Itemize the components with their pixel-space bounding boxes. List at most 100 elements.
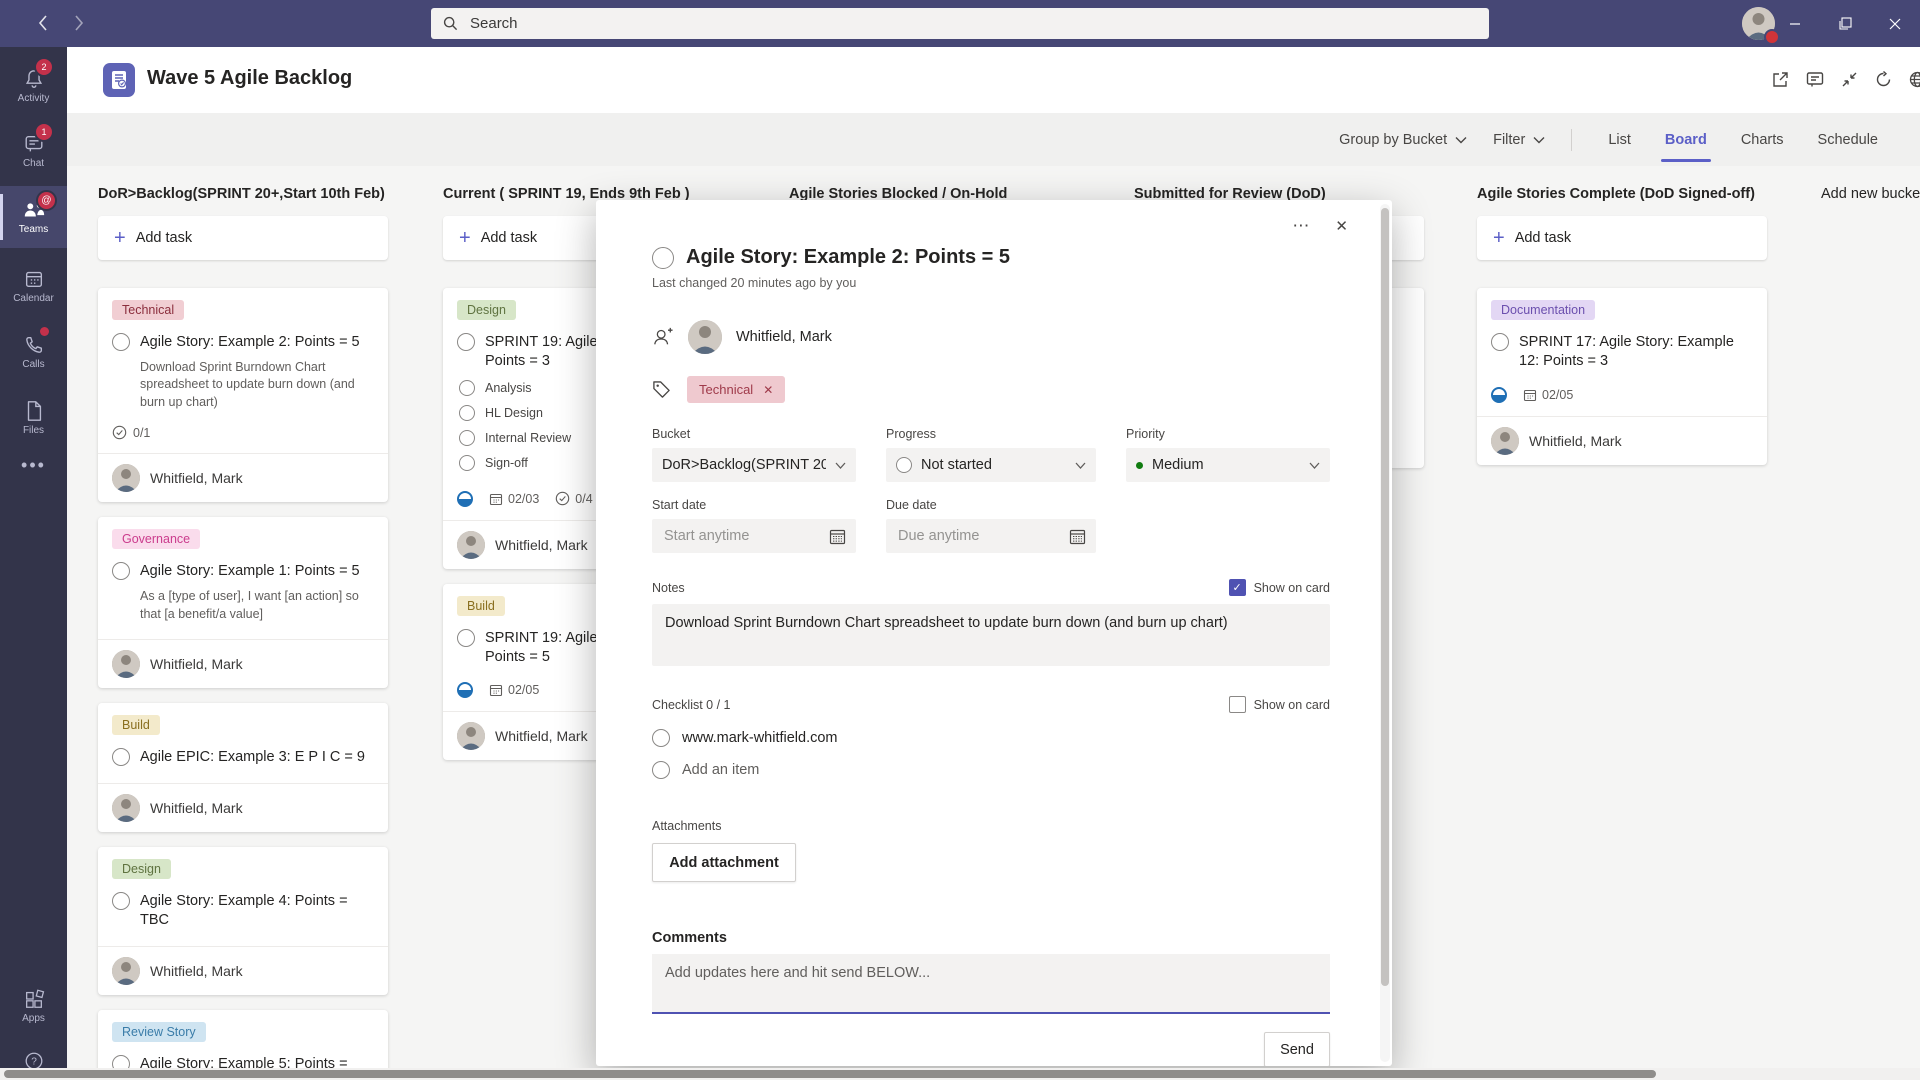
subtask-circle[interactable] xyxy=(459,430,475,446)
add-task-button[interactable]: + Add task xyxy=(98,216,388,260)
checkbox-unchecked-icon[interactable] xyxy=(1229,696,1246,713)
add-task-button[interactable]: + Add task xyxy=(1477,216,1767,260)
add-item-circle xyxy=(652,761,670,779)
open-in-new-window-icon[interactable] xyxy=(1772,71,1789,88)
add-new-bucket[interactable]: Add new bucket xyxy=(1821,186,1920,216)
task-title: Agile Story: Example 1: Points = 5 xyxy=(140,562,360,581)
search-input[interactable] xyxy=(468,14,1477,33)
due-date-field[interactable] xyxy=(896,527,1060,545)
bucket-title[interactable]: Agile Stories Complete (DoD Signed-off) xyxy=(1477,186,1767,202)
send-button[interactable]: Send xyxy=(1264,1032,1330,1066)
due-date-input[interactable] xyxy=(886,519,1096,553)
checklist-item-circle[interactable] xyxy=(652,729,670,747)
card-assignee-row: Whitfield, Mark xyxy=(98,639,388,688)
add-task-label: Add task xyxy=(136,230,192,246)
minimize-button[interactable] xyxy=(1772,0,1818,47)
add-assignee-icon[interactable] xyxy=(652,327,674,347)
label-chip-technical[interactable]: Technical ✕ xyxy=(687,376,785,403)
board-horizontal-scrollbar[interactable] xyxy=(0,1068,1920,1080)
teams-window: Activity 2 Chat 1 Teams @ Calendar Calls… xyxy=(0,0,1920,1080)
calls-notification-dot xyxy=(40,327,49,336)
task-card[interactable]: Review Story Agile Story: Example 5: Poi… xyxy=(98,1010,388,1068)
complete-task-circle[interactable] xyxy=(112,333,130,351)
progress-value: Not started xyxy=(921,457,992,473)
complete-task-circle[interactable] xyxy=(652,247,674,269)
checklist-show-on-card[interactable]: Show on card xyxy=(1229,696,1330,713)
avatar xyxy=(457,722,485,750)
task-card[interactable]: Documentation SPRINT 17: Agile Story: Ex… xyxy=(1477,288,1767,465)
sidebar-item-label: Activity xyxy=(18,93,50,104)
dialog-more-options-icon[interactable]: ⋯ xyxy=(1292,216,1309,236)
task-card[interactable]: Governance Agile Story: Example 1: Point… xyxy=(98,517,388,688)
bucket-select[interactable]: DoR>Backlog(SPRINT 20+,... xyxy=(652,448,856,482)
complete-task-circle[interactable] xyxy=(112,892,130,910)
complete-task-circle[interactable] xyxy=(112,748,130,766)
board-scrollbar-thumb[interactable] xyxy=(4,1070,1656,1078)
notes-show-on-card[interactable]: ✓ Show on card xyxy=(1229,579,1330,596)
subtask-circle[interactable] xyxy=(459,455,475,471)
priority-field-label: Priority xyxy=(1126,427,1330,441)
complete-task-circle[interactable] xyxy=(457,629,475,647)
tag-icon[interactable] xyxy=(652,380,671,399)
dialog-close-icon[interactable]: ✕ xyxy=(1335,217,1348,235)
chat-badge: 1 xyxy=(34,122,54,142)
task-card[interactable]: Design Agile Story: Example 4: Points = … xyxy=(98,847,388,995)
add-attachment-button[interactable]: Add attachment xyxy=(652,843,796,882)
add-new-bucket-label[interactable]: Add new bucket xyxy=(1821,186,1920,202)
collapse-icon[interactable] xyxy=(1841,71,1858,88)
forward-icon[interactable] xyxy=(72,13,86,33)
checkbox-checked-icon[interactable]: ✓ xyxy=(1229,579,1246,596)
calendar-icon[interactable] xyxy=(829,528,846,545)
dialog-scrollbar-thumb[interactable] xyxy=(1381,208,1389,986)
subtask-circle[interactable] xyxy=(459,380,475,396)
progress-select[interactable]: Not started xyxy=(886,448,1096,482)
start-date-input[interactable] xyxy=(652,519,856,553)
sidebar-item-calendar[interactable]: Calendar xyxy=(0,255,67,317)
view-tab-list[interactable]: List xyxy=(1606,128,1633,152)
refresh-icon[interactable] xyxy=(1875,71,1892,88)
remove-label-icon[interactable]: ✕ xyxy=(763,383,773,397)
sidebar-item-apps[interactable]: Apps xyxy=(0,975,67,1037)
subtask-label: Analysis xyxy=(485,381,532,395)
close-window-button[interactable] xyxy=(1872,0,1918,47)
avatar xyxy=(1491,427,1519,455)
sidebar-item-chat[interactable]: Chat 1 xyxy=(0,120,67,182)
task-card[interactable]: Build Agile EPIC: Example 3: E P I C = 9… xyxy=(98,703,388,832)
conversation-icon[interactable] xyxy=(1806,71,1824,88)
bucket-title[interactable]: DoR>Backlog(SPRINT 20+,Start 10th Feb) xyxy=(98,186,388,202)
group-by-dropdown[interactable]: Group by Bucket xyxy=(1339,132,1467,148)
dialog-scrollbar[interactable] xyxy=(1380,204,1390,1062)
sidebar-item-files[interactable]: Files xyxy=(0,387,67,449)
sidebar-item-calls[interactable]: Calls xyxy=(0,321,67,383)
view-tab-schedule[interactable]: Schedule xyxy=(1816,128,1880,152)
sidebar-more-button[interactable]: ••• xyxy=(0,445,67,485)
attachments-label: Attachments xyxy=(652,819,1330,833)
view-tab-charts[interactable]: Charts xyxy=(1739,128,1786,152)
view-tab-board[interactable]: Board xyxy=(1663,128,1709,152)
back-icon[interactable] xyxy=(36,13,50,33)
start-date-field[interactable] xyxy=(662,527,820,545)
notes-textarea[interactable]: Download Sprint Burndown Chart spreadshe… xyxy=(652,604,1330,666)
search-bar[interactable] xyxy=(431,8,1489,39)
checklist-item[interactable]: www.mark-whitfield.com xyxy=(652,729,1330,747)
task-title: Agile Story: Example 5: Points = TBC xyxy=(140,1055,374,1068)
complete-task-circle[interactable] xyxy=(1491,333,1509,351)
complete-task-circle[interactable] xyxy=(457,333,475,351)
show-on-card-label: Show on card xyxy=(1254,581,1330,595)
add-checklist-item[interactable]: Add an item xyxy=(652,761,1330,779)
task-notes-preview: As a [type of user], I want [an action] … xyxy=(140,588,374,639)
complete-task-circle[interactable] xyxy=(112,562,130,580)
category-badge: Build xyxy=(112,715,160,735)
maximize-button[interactable] xyxy=(1822,0,1868,47)
task-card[interactable]: Technical Agile Story: Example 2: Points… xyxy=(98,288,388,502)
complete-task-circle[interactable] xyxy=(112,1055,130,1068)
comment-input[interactable] xyxy=(652,954,1330,1012)
priority-select[interactable]: Medium xyxy=(1126,448,1330,482)
calendar-icon[interactable] xyxy=(1069,528,1086,545)
subtask-circle[interactable] xyxy=(459,405,475,421)
sidebar-item-activity[interactable]: Activity 2 xyxy=(0,55,67,117)
filter-dropdown[interactable]: Filter xyxy=(1493,132,1545,148)
sidebar-item-teams[interactable]: Teams @ xyxy=(0,186,67,248)
avatar xyxy=(112,650,140,678)
website-globe-icon[interactable] xyxy=(1909,71,1920,88)
